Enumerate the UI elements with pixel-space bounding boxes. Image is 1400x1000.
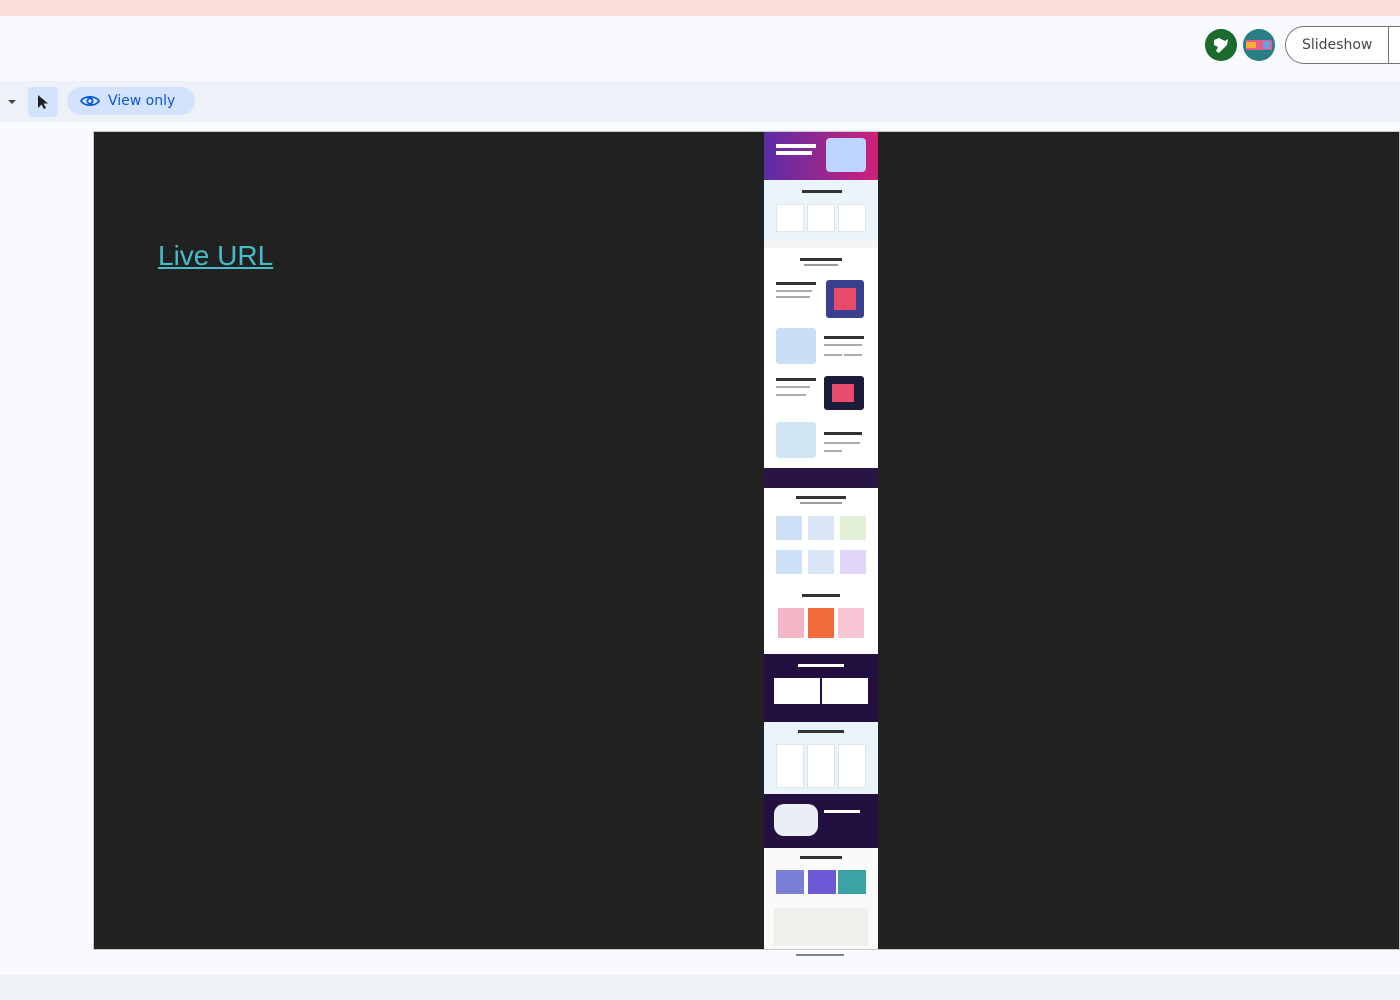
slideshow-button[interactable]: Slideshow [1285,26,1389,64]
toolbar [0,81,1400,122]
slideshow-dropdown-button[interactable] [1388,26,1400,64]
slide: Live URL [93,131,1400,950]
top-bar [0,16,1400,81]
view-only-label: View only [108,93,176,109]
eye-icon [80,95,100,107]
cursor-icon [38,95,48,109]
website-preview-image [764,132,878,949]
live-url-link[interactable]: Live URL [158,240,273,272]
avatar-icon[interactable] [1243,29,1275,61]
view-only-chip[interactable]: View only [67,87,195,115]
select-tool-button[interactable] [28,87,58,117]
horizontal-scrollbar[interactable] [796,954,844,956]
bottom-bar [0,975,1400,1000]
avatar-icon[interactable] [1205,29,1237,61]
slideshow-label: Slideshow [1302,37,1373,53]
chevron-down-icon[interactable] [8,100,16,104]
notification-banner [0,0,1400,16]
